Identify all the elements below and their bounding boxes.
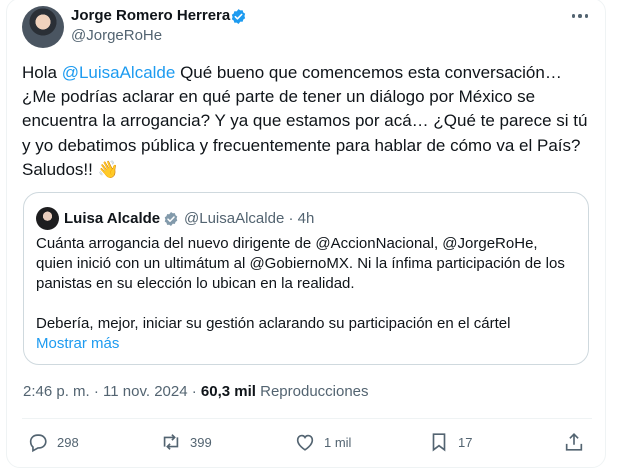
quoted-author-avatar[interactable] <box>36 207 59 230</box>
bookmark-button[interactable]: 17 <box>428 430 472 454</box>
post-time[interactable]: 2:46 p. m. <box>23 383 90 400</box>
quoted-verified-badge-icon <box>164 212 178 226</box>
mention-link[interactable]: @LuisaAlcalde <box>62 63 176 82</box>
quoted-text: Cuánta arrogancia del nuevo dirigente de… <box>36 234 576 354</box>
repost-icon <box>163 434 179 450</box>
quoted-paragraph-1: Cuánta arrogancia del nuevo dirigente de… <box>36 235 565 292</box>
more-options-icon[interactable] <box>569 6 591 26</box>
reply-button[interactable]: 298 <box>27 430 79 454</box>
divider <box>22 418 592 419</box>
quoted-tweet[interactable]: Luisa Alcalde @LuisaAlcalde · 4h Cuánta … <box>23 192 589 365</box>
waving-hand-emoji: 👋 <box>97 159 119 179</box>
author-handle[interactable]: @JorgeRoHe <box>71 27 162 44</box>
bookmark-icon <box>432 433 446 452</box>
tweet-greeting: Hola <box>22 63 62 82</box>
quoted-handle[interactable]: @LuisaAlcalde <box>184 210 284 227</box>
like-button[interactable]: 1 mil <box>294 430 351 454</box>
bookmark-count: 17 <box>458 434 473 450</box>
reply-count: 298 <box>57 434 79 450</box>
views-label: Reproducciones <box>260 383 369 400</box>
share-icon <box>565 433 583 451</box>
show-more-link[interactable]: Mostrar más <box>36 335 119 352</box>
verified-badge-icon <box>231 9 246 24</box>
quoted-time[interactable]: 4h <box>298 210 315 227</box>
like-count: 1 mil <box>324 434 352 450</box>
repost-button[interactable]: 399 <box>160 430 212 454</box>
quoted-paragraph-2: Debería, mejor, iniciar su gestión aclar… <box>36 315 511 352</box>
quoted-author-name[interactable]: Luisa Alcalde <box>64 210 160 227</box>
tweet-text: Hola @LuisaAlcalde Qué bueno que comence… <box>22 61 592 182</box>
author-avatar[interactable] <box>22 6 64 48</box>
reply-icon <box>29 434 47 453</box>
repost-count: 399 <box>190 434 212 450</box>
author-name[interactable]: Jorge Romero Herrera <box>71 7 230 24</box>
views-count: 60,3 mil <box>200 383 256 400</box>
share-button[interactable] <box>563 430 585 454</box>
heart-icon <box>296 434 314 451</box>
tweet-meta: 2:46 p. m. · 11 nov. 2024 · 60,3 mil Rep… <box>23 383 369 400</box>
post-date[interactable]: 11 nov. 2024 <box>103 383 188 400</box>
quoted-meta: @LuisaAlcalde · 4h <box>184 210 315 227</box>
